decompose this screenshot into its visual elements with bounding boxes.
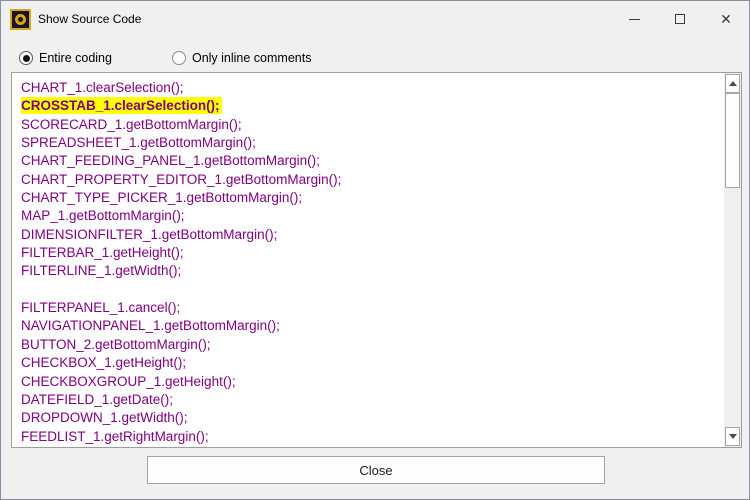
- code-lines: CHART_1.clearSelection();CROSSTAB_1.clea…: [12, 73, 723, 447]
- code-line: CHECKBOXGROUP_1.getHeight();: [21, 373, 723, 391]
- close-button[interactable]: Close: [147, 456, 605, 484]
- code-line: CHART_1.clearSelection();: [21, 79, 723, 97]
- code-line: CHART_PROPERTY_EDITOR_1.getBottomMargin(…: [21, 171, 723, 189]
- close-icon: ✕: [720, 12, 732, 26]
- minimize-button[interactable]: [611, 1, 657, 37]
- code-line: DROPDOWN_1.getWidth();: [21, 409, 723, 427]
- arrow-down-icon: [729, 434, 737, 439]
- scroll-down-button[interactable]: [725, 427, 740, 446]
- radio-only-inline-comments[interactable]: Only inline comments: [172, 51, 312, 65]
- code-line: FILTERPANEL_1.cancel();: [21, 299, 723, 317]
- maximize-button[interactable]: [657, 1, 703, 37]
- close-window-button[interactable]: ✕: [703, 1, 749, 37]
- window-title: Show Source Code: [38, 12, 141, 26]
- window-controls: ✕: [611, 1, 749, 37]
- code-line: FILTERLINE_1.getWidth();: [21, 262, 723, 280]
- radio-unselected-icon: [172, 51, 186, 65]
- code-line: CHART_FEEDING_PANEL_1.getBottomMargin();: [21, 152, 723, 170]
- code-line: CHECKBOX_1.getHeight();: [21, 354, 723, 372]
- code-line: FEEDLIST_1.getRightMargin();: [21, 428, 723, 446]
- source-code-panel[interactable]: CHART_1.clearSelection();CROSSTAB_1.clea…: [11, 72, 742, 448]
- code-line: SCORECARD_1.getBottomMargin();: [21, 116, 723, 134]
- minimize-icon: [629, 19, 640, 20]
- code-line: FILTERBAR_1.getHeight();: [21, 244, 723, 262]
- arrow-up-icon: [729, 81, 737, 86]
- scrollbar-thumb[interactable]: [725, 93, 740, 188]
- coding-options: Entire coding Only inline comments: [19, 49, 311, 67]
- code-line: NAVIGATIONPANEL_1.getBottomMargin();: [21, 317, 723, 335]
- code-line: BUTTON_2.getBottomMargin();: [21, 336, 723, 354]
- app-icon: [10, 9, 31, 30]
- code-line: DIMENSIONFILTER_1.getBottomMargin();: [21, 226, 723, 244]
- vertical-scrollbar[interactable]: [724, 73, 741, 447]
- radio-entire-coding-label: Entire coding: [39, 51, 112, 65]
- show-source-code-dialog: { "window": { "title": "Show Source Code…: [0, 0, 750, 500]
- radio-entire-coding[interactable]: Entire coding: [19, 51, 112, 65]
- title-bar: Show Source Code ✕: [1, 1, 749, 37]
- radio-selected-icon: [19, 51, 33, 65]
- code-line: MAP_1.getBottomMargin();: [21, 207, 723, 225]
- code-line: [21, 281, 723, 299]
- radio-only-inline-comments-label: Only inline comments: [192, 51, 312, 65]
- gold-ring-icon: [15, 14, 26, 25]
- code-line: SPREADSHEET_1.getBottomMargin();: [21, 134, 723, 152]
- code-line: CHART_TYPE_PICKER_1.getBottomMargin();: [21, 189, 723, 207]
- code-line: DATEFIELD_1.getDate();: [21, 391, 723, 409]
- maximize-icon: [675, 14, 685, 24]
- scroll-up-button[interactable]: [725, 74, 740, 93]
- code-line: CROSSTAB_1.clearSelection();: [21, 97, 723, 115]
